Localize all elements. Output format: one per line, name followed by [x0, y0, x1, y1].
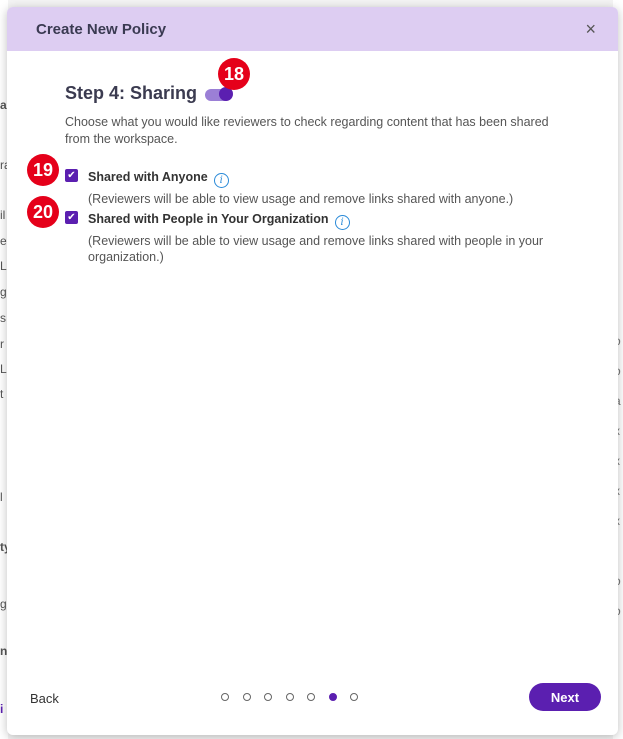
annotation-badge: 18 — [218, 58, 250, 90]
step-dot-6[interactable] — [328, 693, 337, 701]
info-icon[interactable]: i — [213, 173, 229, 188]
step-dot-7[interactable] — [350, 693, 358, 701]
option-label: Shared with Anyone — [88, 170, 208, 184]
sharing-toggle[interactable] — [205, 86, 234, 101]
step-dot-5[interactable] — [307, 693, 315, 701]
back-button[interactable]: Back — [30, 691, 59, 706]
modal-footer: Back Next — [7, 675, 618, 735]
option-description: (Reviewers will be able to view usage an… — [88, 192, 514, 206]
info-icon[interactable]: i — [334, 215, 350, 230]
step-dot-4[interactable] — [285, 693, 294, 701]
option-shared-with-organization[interactable]: ✔ Shared with People in Your Organizatio… — [65, 210, 558, 265]
close-icon[interactable]: × — [585, 20, 596, 38]
modal-header: Create New Policy × — [7, 7, 618, 51]
option-label: Shared with People in Your Organization — [88, 212, 329, 226]
annotation-badge: 20 — [27, 196, 59, 228]
step-dot-2[interactable] — [242, 693, 251, 701]
step-dot-3[interactable] — [264, 693, 272, 701]
step-indicator — [221, 693, 372, 701]
checkbox-shared-with-organization[interactable]: ✔ — [65, 211, 78, 224]
step-description: Choose what you would like reviewers to … — [65, 115, 549, 146]
create-policy-modal: Create New Policy × Step 4: Sharing Choo… — [7, 7, 618, 735]
modal-title: Create New Policy — [36, 20, 167, 38]
step-dot-1[interactable] — [221, 693, 229, 701]
step-content: Step 4: Sharing Choose what you would li… — [65, 83, 565, 264]
checkbox-shared-with-anyone[interactable]: ✔ — [65, 169, 78, 182]
step-header: Step 4: Sharing — [65, 83, 565, 104]
step-title: Step 4: Sharing — [65, 83, 198, 103]
option-description: (Reviewers will be able to view usage an… — [88, 234, 544, 264]
option-shared-with-anyone[interactable]: ✔ Shared with Anyone i (Reviewers will be… — [65, 168, 558, 207]
next-button[interactable]: Next — [529, 683, 601, 711]
annotation-badge: 19 — [27, 154, 59, 186]
